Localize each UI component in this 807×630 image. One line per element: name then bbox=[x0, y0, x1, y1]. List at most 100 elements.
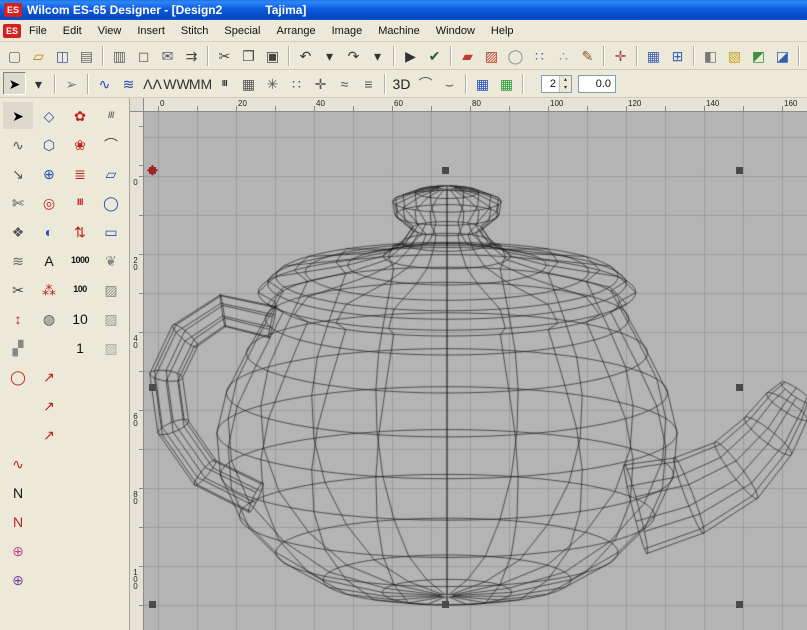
select-tool-icon[interactable]: ➤ bbox=[3, 72, 26, 95]
warp-effect-arc-icon[interactable]: ⌒ bbox=[414, 72, 437, 95]
stitch-patch-red-icon[interactable]: ▰ bbox=[456, 44, 479, 67]
select-object-tool[interactable]: ➤ bbox=[3, 102, 33, 129]
selection-handle[interactable] bbox=[149, 601, 156, 608]
pattern-fill-icon[interactable]: ▦ bbox=[237, 72, 260, 95]
jump-stitch-tool[interactable]: ↗ bbox=[34, 363, 64, 390]
cut-icon[interactable]: ✂ bbox=[213, 44, 236, 67]
polyline-tool[interactable]: ∿ bbox=[3, 131, 33, 158]
tieoff-jump-tool[interactable]: ↗ bbox=[34, 421, 64, 448]
complex-fill-tool[interactable]: ⬡ bbox=[34, 131, 64, 158]
dot-fill-sparse-icon[interactable]: ∴ bbox=[552, 44, 575, 67]
satin-column-tool[interactable]: ≣ bbox=[65, 160, 95, 187]
circle-purple-tool[interactable]: ⊕ bbox=[3, 566, 33, 593]
export-machine-file-icon[interactable]: ✉ bbox=[156, 44, 179, 67]
menu-item-image[interactable]: Image bbox=[324, 21, 371, 41]
selection-handle[interactable] bbox=[442, 167, 449, 174]
zigzag-stitch-icon[interactable]: WW bbox=[165, 72, 188, 95]
run-stitch-icon[interactable]: ∿ bbox=[93, 72, 116, 95]
lettering-a-tool[interactable]: A bbox=[34, 247, 64, 274]
zoom-10-button[interactable]: 10 bbox=[65, 305, 95, 332]
menu-item-file[interactable]: File bbox=[21, 21, 55, 41]
zoom-100-button[interactable]: 100 bbox=[65, 276, 95, 303]
selection-handle[interactable] bbox=[149, 384, 156, 391]
fur-effect-tool[interactable]: ❦ bbox=[96, 247, 126, 274]
cross-stitch-icon[interactable]: ✛ bbox=[309, 72, 332, 95]
print-preview-icon[interactable]: ◻ bbox=[132, 44, 155, 67]
design-canvas-area[interactable]: ✛ bbox=[144, 112, 807, 630]
selection-handle[interactable] bbox=[736, 601, 743, 608]
undo-dropdown-icon[interactable]: ▾ bbox=[318, 44, 341, 67]
scissors-tool[interactable]: ✂ bbox=[3, 276, 33, 303]
lettering-flower-tool[interactable]: ✿ bbox=[65, 102, 95, 129]
triple-run-icon[interactable]: ≋ bbox=[117, 72, 140, 95]
trim-jump-tool[interactable]: ↗ bbox=[34, 392, 64, 419]
color-film-icon[interactable]: ▧ bbox=[723, 44, 746, 67]
needle-point-icon[interactable]: ✛ bbox=[609, 44, 632, 67]
tatami-fill-icon[interactable]: ΙΙΙ bbox=[213, 72, 236, 95]
stipple-fill-icon[interactable]: ≈ bbox=[333, 72, 356, 95]
mesh-edit-tool[interactable]: ≋ bbox=[3, 247, 33, 274]
redo-dropdown-icon[interactable]: ▾ bbox=[366, 44, 389, 67]
selection-handle[interactable] bbox=[736, 384, 743, 391]
zoom-1-button[interactable]: 1 bbox=[65, 334, 95, 361]
menu-item-machine[interactable]: Machine bbox=[370, 21, 428, 41]
horizontal-ruler[interactable]: 020406080100120140160 bbox=[144, 98, 807, 112]
paste-icon[interactable]: ▣ bbox=[261, 44, 284, 67]
letter-n-red-tool[interactable]: N bbox=[3, 508, 33, 535]
properties-icon[interactable]: ▤ bbox=[75, 44, 98, 67]
column-c-tool[interactable]: ▱ bbox=[96, 160, 126, 187]
closed-shape-tool[interactable]: ◇ bbox=[34, 102, 64, 129]
contour-fill-icon[interactable]: ≡ bbox=[357, 72, 380, 95]
target-point-tool[interactable]: ◎ bbox=[34, 189, 64, 216]
copy-icon[interactable]: ❐ bbox=[237, 44, 260, 67]
dot-fill-dense-icon[interactable]: ∷ bbox=[528, 44, 551, 67]
flag-green-grid-icon[interactable]: ▦ bbox=[495, 72, 518, 95]
zigzag-red-tool[interactable]: ∿ bbox=[3, 450, 33, 477]
menu-item-window[interactable]: Window bbox=[428, 21, 483, 41]
save-icon[interactable]: ◫ bbox=[51, 44, 74, 67]
applique-tool[interactable]: ⁂ bbox=[34, 276, 64, 303]
redo-icon[interactable]: ↷ bbox=[342, 44, 365, 67]
measure-tool[interactable]: ↘ bbox=[3, 160, 33, 187]
ruler-corner[interactable] bbox=[130, 98, 144, 112]
monogram-flower-tool[interactable]: ❀ bbox=[65, 131, 95, 158]
verify-stitches-icon[interactable]: ✔ bbox=[423, 44, 446, 67]
menu-item-stitch[interactable]: Stitch bbox=[173, 21, 217, 41]
letter-n-black-tool[interactable]: N bbox=[3, 479, 33, 506]
texture-c-tool[interactable]: ▨ bbox=[96, 334, 126, 361]
hoop-show-icon[interactable]: ⊞ bbox=[666, 44, 689, 67]
ellipse-tool[interactable]: ◯ bbox=[96, 189, 126, 216]
pencil-needle-icon[interactable]: ✎ bbox=[576, 44, 599, 67]
open-folder-icon[interactable]: ▱ bbox=[27, 44, 50, 67]
e-stitch-icon[interactable]: MM bbox=[189, 72, 212, 95]
motif-fill-icon[interactable]: ✳ bbox=[261, 72, 284, 95]
menu-item-arrange[interactable]: Arrange bbox=[268, 21, 323, 41]
spin-up-icon[interactable]: ▴ bbox=[560, 76, 571, 84]
title-bar[interactable]: ES Wilcom ES-65 Designer - [Design2 Taji… bbox=[0, 0, 807, 20]
selection-handle[interactable] bbox=[442, 601, 449, 608]
stitch-spacing-spinner[interactable]: 2 ▴▾ bbox=[541, 75, 572, 93]
globe-fill-tool[interactable]: ⊕ bbox=[34, 160, 64, 187]
stitch-spacing-value[interactable]: 2 bbox=[542, 76, 559, 92]
grab-pan-tool[interactable]: ❖ bbox=[3, 218, 33, 245]
input-c-bars-tool[interactable]: ΙΙΙ bbox=[65, 189, 95, 216]
menu-item-view[interactable]: View bbox=[90, 21, 130, 41]
warp-effect-curve-icon[interactable]: ⌣ bbox=[438, 72, 461, 95]
print-icon[interactable]: ▥ bbox=[108, 44, 131, 67]
penetrations-tool[interactable]: /// bbox=[96, 102, 126, 129]
knife-tool[interactable]: ✄ bbox=[3, 189, 33, 216]
design-canvas[interactable] bbox=[144, 112, 807, 630]
hatch-patch-red-icon[interactable]: ▨ bbox=[480, 44, 503, 67]
rectangle-tool[interactable]: ▭ bbox=[96, 218, 126, 245]
select-dropdown-icon[interactable]: ▾ bbox=[27, 72, 50, 95]
send-to-machine-icon[interactable]: ⇉ bbox=[180, 44, 203, 67]
ellipse-outline-red-tool[interactable]: ◯ bbox=[3, 363, 33, 390]
new-document-icon[interactable]: ▢ bbox=[3, 44, 26, 67]
threed-effect-icon[interactable]: 3D bbox=[390, 72, 413, 95]
feather-edge-tool[interactable]: ▞ bbox=[3, 334, 33, 361]
stitch-angle-tool[interactable]: ⇅ bbox=[65, 218, 95, 245]
hoop-tool[interactable]: ◍ bbox=[34, 305, 64, 332]
circle-pink-tool[interactable]: ⊕ bbox=[3, 537, 33, 564]
outline-shape-icon[interactable]: ◯ bbox=[504, 44, 527, 67]
flag-blue-grid-icon[interactable]: ▦ bbox=[471, 72, 494, 95]
